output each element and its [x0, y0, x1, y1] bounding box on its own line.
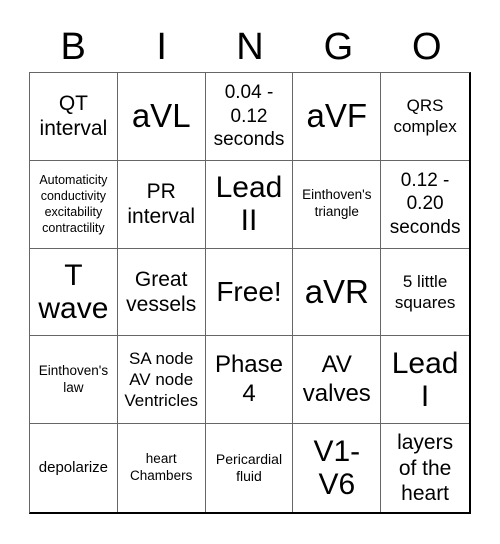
bingo-cell[interactable]: Pericardial fluid [206, 424, 294, 512]
bingo-cell[interactable]: T wave [30, 248, 118, 337]
bingo-cell[interactable]: aVL [117, 73, 206, 161]
bingo-cell[interactable]: Phase 4 [205, 336, 294, 425]
bingo-cell[interactable]: QRS complex [381, 73, 469, 161]
bingo-cell[interactable]: Einthoven's triangle [293, 160, 382, 249]
bingo-cell[interactable]: QT interval [30, 73, 118, 161]
header-letter-g: G [323, 26, 354, 68]
bingo-cell[interactable]: Automaticity conductivity excitability c… [30, 160, 118, 249]
bingo-cell[interactable]: 5 little squares [381, 249, 469, 337]
bingo-cell[interactable]: AV valves [293, 336, 382, 425]
bingo-cell[interactable]: PR interval [117, 160, 206, 249]
bingo-cell[interactable]: 0.04 - 0.12 seconds [205, 73, 294, 161]
bingo-cell[interactable]: depolarize [30, 424, 118, 512]
bingo-cell[interactable]: Great vessels [117, 248, 206, 337]
header-letter-i: I [156, 26, 167, 68]
bingo-cell[interactable]: heart Chambers [118, 424, 206, 512]
bingo-cell[interactable]: aVF [293, 73, 382, 161]
bingo-cell[interactable]: V1-V6 [293, 424, 382, 512]
bingo-cell[interactable]: SA node AV node Ventricles [117, 336, 206, 425]
header-letter-b: B [60, 26, 86, 68]
bingo-cell[interactable]: Einthoven's law [30, 336, 118, 425]
bingo-cell[interactable]: Lead II [205, 160, 294, 249]
header-letter-n: N [236, 26, 264, 68]
bingo-header: B I N G O [29, 22, 471, 72]
bingo-card: QT interval aVL 0.04 - 0.12 seconds aVF … [29, 72, 471, 514]
bingo-cell[interactable]: layers of the heart [381, 424, 469, 512]
header-letter-o: O [412, 26, 442, 68]
bingo-cell[interactable]: 0.12 - 0.20 seconds [381, 161, 469, 249]
bingo-cell[interactable]: aVR [293, 248, 382, 337]
bingo-cell[interactable]: Lead I [381, 336, 469, 425]
bingo-cell-free[interactable]: Free! [205, 248, 294, 337]
